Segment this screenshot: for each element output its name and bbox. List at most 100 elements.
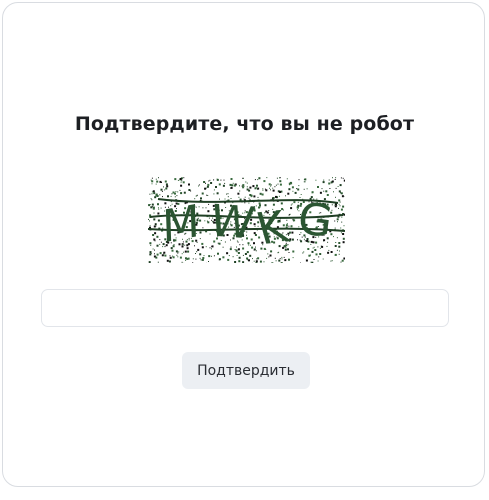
captcha-noise-dot <box>335 177 337 179</box>
captcha-noise-dot <box>288 225 290 227</box>
captcha-noise-dot <box>164 210 166 212</box>
captcha-noise-dot <box>249 194 252 196</box>
captcha-noise-dot <box>335 196 336 198</box>
captcha-noise-dot <box>323 179 325 181</box>
confirm-button[interactable]: Подтвердить <box>182 352 310 389</box>
captcha-noise-dot <box>165 187 168 190</box>
captcha-noise-dot <box>338 242 341 244</box>
captcha-noise-dot <box>169 256 172 259</box>
captcha-noise-dot <box>289 214 290 216</box>
captcha-noise-dot <box>298 210 300 212</box>
captcha-noise-dot <box>151 206 153 208</box>
captcha-noise-dot <box>287 244 289 246</box>
captcha-noise-dot <box>242 177 244 179</box>
captcha-noise-dot <box>190 237 192 239</box>
captcha-noise-dot <box>222 234 225 237</box>
captcha-noise-dot <box>334 204 336 206</box>
captcha-noise-dot <box>183 177 185 179</box>
captcha-noise-dot <box>195 258 197 260</box>
captcha-noise-dot <box>306 208 308 210</box>
captcha-noise-dot <box>194 204 195 206</box>
captcha-noise-dot <box>193 207 195 210</box>
captcha-noise-dot <box>159 180 162 183</box>
captcha-noise-dot <box>255 246 256 248</box>
captcha-noise-dot <box>156 180 159 183</box>
captcha-noise-dot <box>155 223 156 225</box>
captcha-noise-dot <box>276 177 278 179</box>
captcha-noise-dot <box>292 190 294 192</box>
captcha-noise-dot <box>303 238 305 240</box>
captcha-noise-dot <box>269 214 271 216</box>
captcha-noise-dot <box>248 213 250 215</box>
captcha-noise-dot <box>321 245 324 248</box>
captcha-noise-dot <box>304 181 306 183</box>
captcha-noise-dot <box>255 250 257 252</box>
captcha-noise-dot <box>263 214 265 216</box>
captcha-noise-dot <box>217 224 219 226</box>
captcha-noise-dot <box>251 246 254 249</box>
captcha-noise-dot <box>208 261 209 262</box>
captcha-noise-dot <box>201 246 204 249</box>
captcha-noise-dot <box>204 187 207 190</box>
captcha-noise-dot <box>285 224 288 227</box>
captcha-noise-dot <box>161 190 163 192</box>
captcha-noise-dot <box>159 252 162 255</box>
captcha-noise-dot <box>266 257 268 259</box>
captcha-noise-dot <box>333 236 334 238</box>
captcha-noise-dot <box>182 181 185 184</box>
captcha-noise-dot <box>270 250 273 253</box>
captcha-noise-line <box>149 214 344 219</box>
captcha-noise-dot <box>168 206 169 208</box>
captcha-noise-dot <box>227 196 229 198</box>
captcha-noise-dot <box>252 258 253 260</box>
captcha-noise-dot <box>335 242 337 243</box>
captcha-noise-dot <box>256 184 258 187</box>
captcha-noise-dot <box>264 204 267 207</box>
captcha-noise-dot <box>296 206 299 209</box>
captcha-noise-dot <box>317 226 319 227</box>
captcha-noise-dot <box>157 219 160 222</box>
captcha-noise-dot <box>259 192 262 195</box>
captcha-noise-dot <box>209 233 211 235</box>
captcha-noise-dot <box>255 205 257 207</box>
captcha-noise-dot <box>240 214 242 216</box>
captcha-noise-dot <box>292 218 294 220</box>
captcha-noise-dot <box>219 217 222 220</box>
captcha-noise-dot <box>152 248 154 250</box>
captcha-noise-dot <box>331 209 333 211</box>
captcha-noise-dot <box>334 254 336 256</box>
captcha-noise-dot <box>249 254 252 257</box>
captcha-noise-dot <box>326 194 329 196</box>
captcha-noise-dot <box>248 259 250 262</box>
captcha-noise-dot <box>213 219 216 221</box>
dialog-title: Подтвердите, что вы не робот <box>74 113 415 135</box>
captcha-noise-dot <box>164 246 166 248</box>
captcha-noise-dot <box>197 217 199 219</box>
captcha-noise-dot <box>242 254 244 256</box>
captcha-noise-dot <box>233 226 235 228</box>
captcha-noise-dot <box>246 251 249 254</box>
captcha-noise-dot <box>330 251 333 253</box>
captcha-noise-dot <box>237 232 240 234</box>
captcha-noise-dot <box>241 235 243 237</box>
captcha-noise-dot <box>153 192 156 195</box>
captcha-noise-dot <box>342 233 345 235</box>
captcha-noise-dot <box>282 232 284 234</box>
captcha-noise-dot <box>224 241 226 243</box>
captcha-noise-dot <box>320 212 322 214</box>
captcha-noise-dot <box>250 238 253 241</box>
captcha-noise-dot <box>152 234 155 236</box>
captcha-noise-dot <box>275 184 277 186</box>
captcha-noise-dot <box>281 233 283 235</box>
captcha-noise-dot <box>334 205 337 208</box>
captcha-noise-dot <box>216 237 218 240</box>
captcha-noise-dot <box>256 258 258 260</box>
captcha-noise-dot <box>321 233 324 236</box>
captcha-noise-dot <box>160 223 163 226</box>
captcha-noise-dot <box>172 218 175 221</box>
captcha-answer-input[interactable] <box>41 289 449 327</box>
captcha-noise-dot <box>290 207 293 210</box>
captcha-noise-dot <box>245 211 248 214</box>
captcha-noise-dot <box>236 211 239 214</box>
captcha-noise-dot <box>206 194 208 196</box>
